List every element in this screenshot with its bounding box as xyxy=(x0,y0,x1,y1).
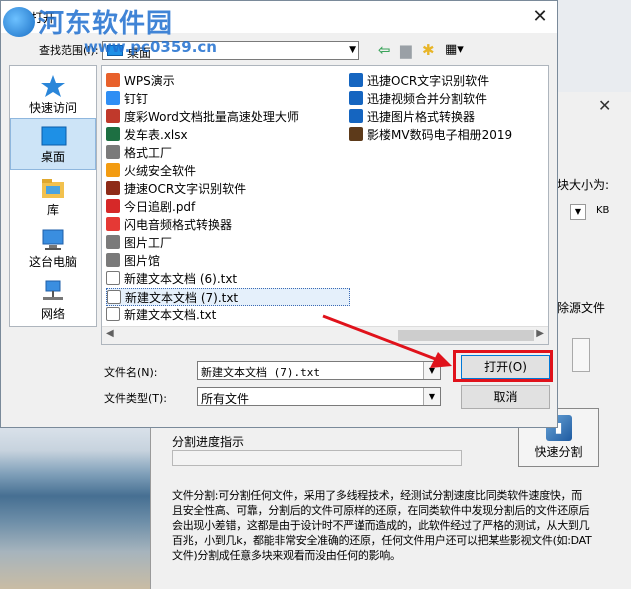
annotation-arrow-icon xyxy=(322,314,452,368)
